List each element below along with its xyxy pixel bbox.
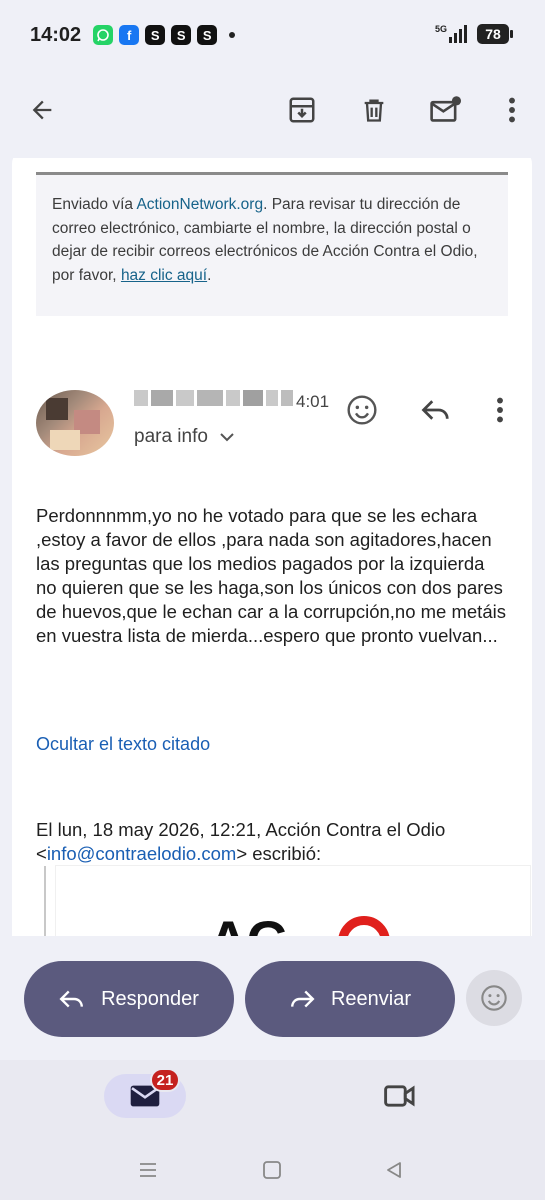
actionnetwork-link[interactable]: ActionNetwork.org <box>136 196 263 213</box>
chevron-down-icon <box>220 433 234 442</box>
battery-level: 78 <box>485 26 501 42</box>
trash-icon <box>364 99 384 122</box>
recipient-label: para info <box>134 426 208 447</box>
menu-lines-icon <box>140 1163 156 1177</box>
hide-quoted-text-link[interactable]: Ocultar el texto citado <box>36 734 210 755</box>
facebook-icon: f <box>119 25 140 45</box>
quote-divider <box>44 866 46 936</box>
quoted-logo-circle <box>338 916 390 936</box>
video-camera-icon <box>384 1085 415 1107</box>
signal-icon <box>449 25 469 43</box>
forward-pill-button[interactable]: Reenviar <box>245 961 455 1037</box>
footer-end: . <box>207 266 212 284</box>
sender-name-blurred <box>134 386 296 410</box>
forward-label: Reenviar <box>330 987 412 1010</box>
battery-icon: 78 <box>477 24 513 44</box>
top-app-bar <box>0 78 545 142</box>
app-s-icon: S <box>171 25 192 45</box>
message-body: Perdonnnmm,yo no he votado para que se l… <box>36 505 506 646</box>
unread-count-badge: 21 <box>150 1068 180 1092</box>
footer-text: Enviado vía ActionNetwork.org. Para revi… <box>36 175 508 287</box>
square-home-icon <box>263 1161 281 1179</box>
footer-prefix: Enviado vía <box>52 196 137 213</box>
more-vert-icon <box>509 97 515 123</box>
current-message-card: 4:01 para info Perdonnnmm,yo no he votad… <box>12 354 532 936</box>
back-button[interactable] <box>20 88 64 132</box>
forward-icon <box>291 990 315 1008</box>
archive-button[interactable] <box>280 88 324 132</box>
nav-meet-tab[interactable] <box>378 1074 422 1118</box>
whatsapp-icon <box>93 25 114 45</box>
recipient-details-toggle[interactable]: para info <box>134 426 234 448</box>
triangle-back-icon <box>387 1162 401 1178</box>
reply-icon <box>59 990 84 1008</box>
more-vert-icon <box>497 397 503 423</box>
emoji-reaction-button[interactable] <box>466 970 522 1026</box>
quote-header: El lun, 18 may 2026, 12:21, Acción Contr… <box>36 818 516 866</box>
message-thread[interactable]: Enviado vía ActionNetwork.org. Para revi… <box>0 158 545 936</box>
emoji-icon <box>347 395 377 425</box>
quoted-logo: AC <box>208 908 287 936</box>
arrow-back-icon <box>32 100 52 120</box>
status-bar: 14:02 f S S S 5G 78 <box>0 0 545 70</box>
reply-button[interactable] <box>414 388 458 432</box>
network-type: 5G <box>434 24 447 34</box>
reply-icon <box>421 400 449 420</box>
recents-button[interactable] <box>132 1154 164 1186</box>
delete-button[interactable] <box>352 88 396 132</box>
emoji-icon <box>481 985 507 1011</box>
mark-unread-button[interactable] <box>424 88 468 132</box>
reply-pill-button[interactable]: Responder <box>24 961 234 1037</box>
bottom-navigation: 21 <box>0 1060 545 1140</box>
system-navigation <box>0 1140 545 1200</box>
quote-suffix: > escribió: <box>236 843 322 864</box>
more-options-button[interactable] <box>490 88 534 132</box>
notification-dot-icon <box>229 32 236 38</box>
app-s-icon: S <box>197 25 218 45</box>
quoted-content: AC <box>56 866 530 936</box>
home-button[interactable] <box>256 1154 288 1186</box>
archive-icon <box>289 97 315 123</box>
message-more-button[interactable] <box>478 388 522 432</box>
email-footer: Enviado vía ActionNetwork.org. Para revi… <box>36 172 508 316</box>
app-s-icon: S <box>145 25 166 45</box>
quote-email-link[interactable]: info@contraelodio.com <box>47 843 237 864</box>
add-reaction-button[interactable] <box>340 388 384 432</box>
message-time: 4:01 <box>296 392 330 411</box>
status-time: 14:02 <box>30 23 82 46</box>
sender-avatar[interactable] <box>36 390 114 456</box>
mail-unread-icon <box>430 96 462 122</box>
reply-label: Responder <box>101 987 199 1010</box>
system-back-button[interactable] <box>378 1154 410 1186</box>
unsubscribe-link[interactable]: haz clic aquí <box>121 267 207 284</box>
